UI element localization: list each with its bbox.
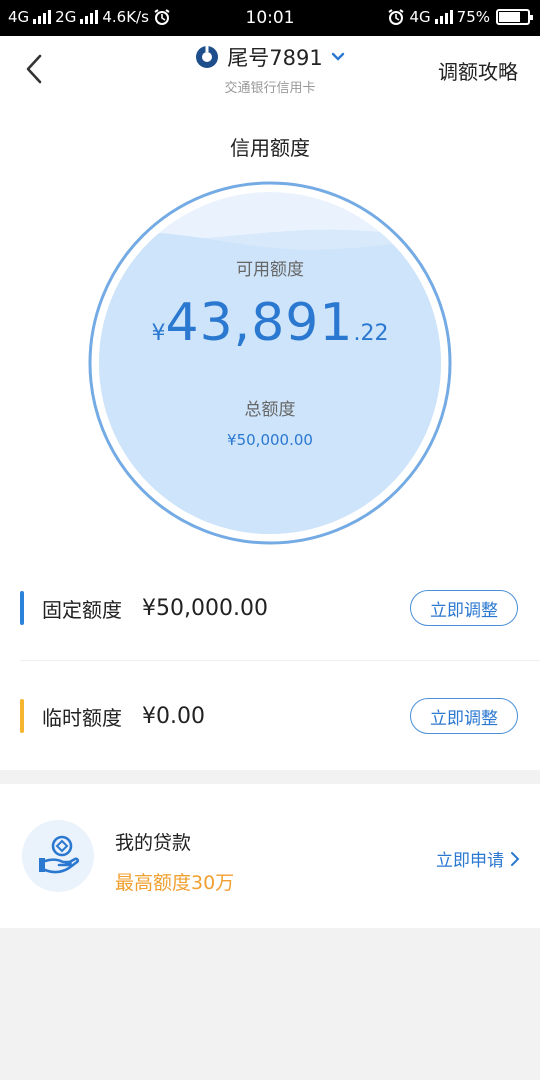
temp-limit-marker <box>20 699 24 733</box>
card-tail-number: 尾号7891 <box>227 46 323 70</box>
loan-icon <box>22 820 94 892</box>
network-type-3: 4G <box>409 8 431 26</box>
available-label: 可用额度 <box>236 260 304 280</box>
temp-limit-row: 临时额度 ¥0.00 立即调整 <box>20 686 520 746</box>
credit-panel: 尾号7891 交通银行信用卡 调额攻略 信用额度 可用额度 ¥43,891.22… <box>0 36 540 770</box>
apply-loan-label: 立即申请 <box>436 851 504 871</box>
adjust-fixed-limit-button[interactable]: 立即调整 <box>410 590 518 626</box>
fixed-limit-row: 固定额度 ¥50,000.00 立即调整 <box>20 578 520 638</box>
fixed-limit-marker <box>20 591 24 625</box>
adjust-temp-limit-button[interactable]: 立即调整 <box>410 698 518 734</box>
total-limit-value: ¥50,000.00 <box>227 431 313 449</box>
chevron-down-icon <box>331 52 344 61</box>
temp-limit-value: ¥0.00 <box>142 703 205 729</box>
bank-logo-icon <box>196 46 219 68</box>
available-integer: 43,891 <box>165 293 354 353</box>
available-amount: ¥43,891.22 <box>88 293 452 353</box>
battery-icon <box>496 9 533 25</box>
currency-symbol: ¥ <box>151 321 166 346</box>
status-bar: 4G 2G 4.6K/s 10:01 4G 75% <box>0 0 540 36</box>
loan-card[interactable]: 我的贷款 最高额度30万 立即申请 <box>0 784 540 928</box>
limit-guide-link[interactable]: 调额攻略 <box>438 56 518 85</box>
loan-max-amount: 最高额度30万 <box>115 872 235 894</box>
total-limit-label: 总额度 <box>244 400 296 420</box>
battery-percent: 75% <box>456 8 490 26</box>
available-decimal: .22 <box>353 321 389 346</box>
loan-title: 我的贷款 <box>115 832 192 854</box>
gauge-text: 可用额度 ¥43,891.22 总额度 ¥50,000.00 <box>88 181 452 545</box>
battery-level <box>499 12 520 22</box>
temp-limit-label: 临时额度 <box>42 705 122 730</box>
alarm-icon <box>388 9 405 25</box>
fixed-limit-label: 固定额度 <box>42 597 122 622</box>
chevron-right-icon <box>511 851 520 866</box>
hand-coin-icon <box>39 835 80 874</box>
apply-loan-link[interactable]: 立即申请 <box>436 846 520 871</box>
fixed-limit-value: ¥50,000.00 <box>142 595 268 621</box>
divider <box>20 660 540 661</box>
signal-icon <box>434 10 453 24</box>
section-title: 信用额度 <box>230 136 310 160</box>
